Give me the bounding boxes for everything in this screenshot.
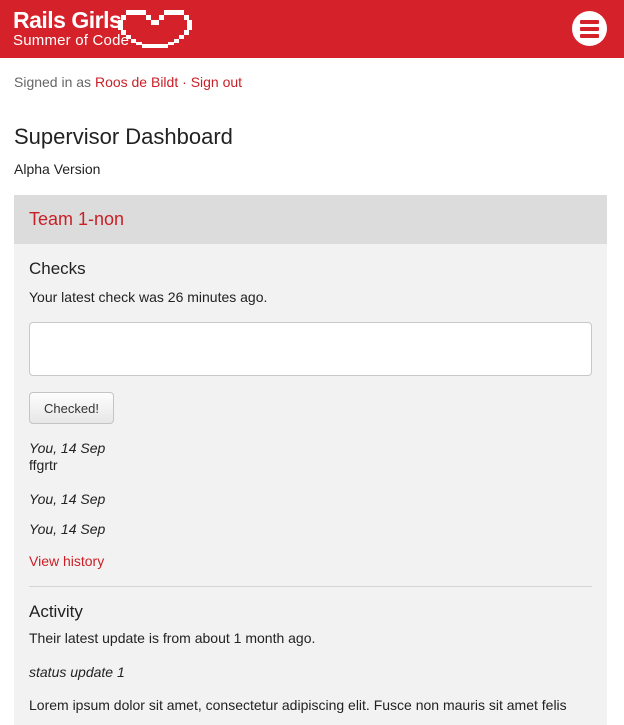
section-divider	[29, 586, 592, 587]
check-entry-meta: You, 14 Sep	[29, 440, 106, 456]
brand-subtitle: Summer of Code	[13, 32, 130, 49]
version-label: Alpha Version	[14, 161, 101, 177]
pixel-heart-icon	[118, 10, 192, 48]
menu-bar	[580, 34, 599, 38]
separator: ·	[178, 74, 191, 90]
team-name[interactable]: Team 1-non	[29, 209, 124, 230]
check-note-input[interactable]	[29, 322, 592, 376]
sign-out-link[interactable]: Sign out	[191, 74, 242, 90]
activity-heading: Activity	[29, 602, 83, 621]
user-profile-link[interactable]: Roos de Bildt	[95, 74, 178, 90]
latest-check-text: Your latest check was 26 minutes ago.	[29, 289, 268, 305]
page-title: Supervisor Dashboard	[14, 124, 233, 149]
checks-heading: Checks	[29, 259, 86, 278]
menu-bar	[580, 20, 599, 24]
menu-bar	[580, 27, 599, 31]
signed-in-status: Signed in as Roos de Bildt · Sign out	[14, 74, 242, 90]
team-panel: Team 1-non Checks Your latest check was …	[14, 195, 607, 725]
top-bar: Rails Girls Summer of Code	[0, 0, 624, 58]
brand-title: Rails Girls	[13, 7, 122, 33]
brand-logo[interactable]: Rails Girls Summer of Code	[13, 8, 129, 49]
hamburger-menu-icon[interactable]	[572, 11, 607, 46]
status-update-body: Lorem ipsum dolor sit amet, consectetur …	[29, 697, 567, 713]
view-history-link[interactable]: View history	[29, 553, 104, 569]
team-panel-header: Team 1-non	[14, 195, 607, 244]
check-entry-note: ffgrtr	[29, 457, 58, 473]
checked-button[interactable]: Checked!	[29, 392, 114, 424]
latest-update-text: Their latest update is from about 1 mont…	[29, 630, 316, 646]
check-entry-meta: You, 14 Sep	[29, 491, 106, 507]
status-update-title: status update 1	[29, 664, 125, 680]
signed-in-prefix: Signed in as	[14, 74, 95, 90]
check-entry-meta: You, 14 Sep	[29, 521, 106, 537]
